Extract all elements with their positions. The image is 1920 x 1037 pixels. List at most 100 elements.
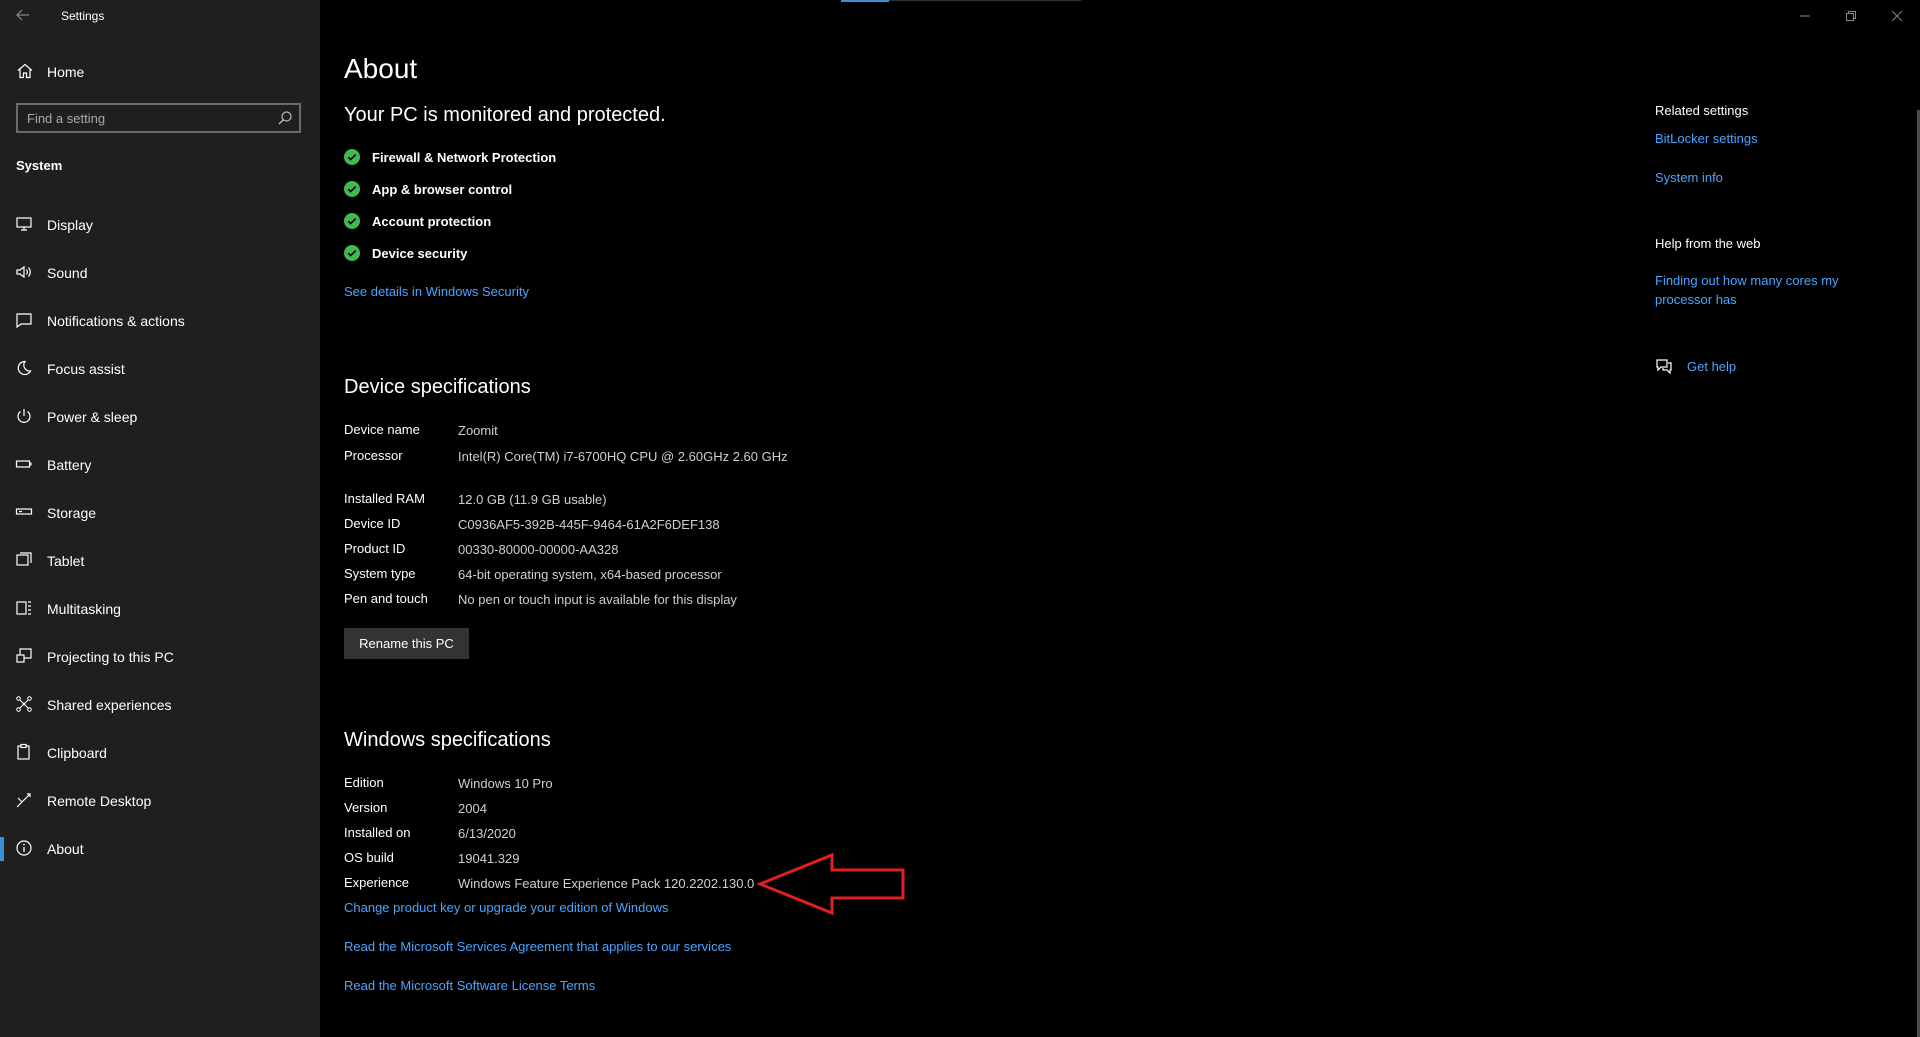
- shared-icon: [15, 695, 33, 713]
- sidebar-item-focus-assist[interactable]: Focus assist: [0, 349, 320, 397]
- system-info-link[interactable]: System info: [1655, 168, 1885, 187]
- rename-pc-button[interactable]: Rename this PC: [344, 628, 469, 659]
- sidebar-item-power-sleep[interactable]: Power & sleep: [0, 397, 320, 445]
- notification-icon: [15, 311, 33, 329]
- projecting-icon: [15, 647, 33, 665]
- sidebar-item-label: About: [47, 841, 84, 857]
- spec-key: Installed on: [344, 825, 411, 840]
- license-terms-link[interactable]: Read the Microsoft Software License Term…: [344, 978, 595, 993]
- check-icon: [344, 213, 360, 229]
- sidebar-item-label: Storage: [47, 505, 97, 521]
- back-button[interactable]: [16, 8, 46, 26]
- search-input[interactable]: [18, 109, 269, 127]
- sidebar-item-battery[interactable]: Battery: [0, 445, 320, 493]
- spec-key: Device ID: [344, 516, 401, 531]
- sidebar-item-label: Battery: [47, 457, 92, 473]
- windows-specs-heading: Windows specifications: [344, 729, 551, 751]
- annotation-arrow-icon: [757, 852, 905, 916]
- protection-item-label: Account protection: [372, 214, 492, 229]
- spec-value: 2004: [458, 801, 487, 816]
- spec-value: Intel(R) Core(TM) i7-6700HQ CPU @ 2.60GH…: [458, 449, 788, 464]
- restore-button[interactable]: [1828, 0, 1874, 32]
- clipboard-icon: [15, 743, 33, 761]
- sidebar-item-remote-desktop[interactable]: Remote Desktop: [0, 781, 320, 829]
- search-box[interactable]: [16, 103, 301, 133]
- storage-icon: [15, 503, 33, 521]
- windows-security-link[interactable]: See details in Windows Security: [344, 284, 529, 299]
- check-icon: [344, 149, 360, 165]
- sidebar-item-shared-experiences[interactable]: Shared experiences: [0, 685, 320, 733]
- spec-value: 12.0 GB (11.9 GB usable): [458, 492, 607, 507]
- protection-item-label: App & browser control: [372, 182, 513, 197]
- sidebar-item-label: Clipboard: [47, 745, 107, 761]
- sidebar-item-projecting[interactable]: Projecting to this PC: [0, 637, 320, 685]
- sidebar-item-label: Sound: [47, 265, 88, 281]
- minimize-button[interactable]: [1782, 0, 1828, 32]
- sidebar: Settings Home System Display Sound Notif…: [0, 0, 320, 1037]
- sidebar-item-clipboard[interactable]: Clipboard: [0, 733, 320, 781]
- protection-heading: Your PC is monitored and protected.: [344, 104, 666, 126]
- home-icon: [16, 62, 34, 80]
- speaker-icon: [15, 263, 33, 281]
- bitlocker-settings-link[interactable]: BitLocker settings: [1655, 129, 1885, 148]
- spec-key: Device name: [344, 422, 420, 437]
- multitasking-icon: [15, 599, 33, 617]
- check-icon: [344, 181, 360, 197]
- spec-key: Pen and touch: [344, 591, 428, 606]
- home-nav-item[interactable]: Home: [0, 60, 320, 84]
- sidebar-item-about[interactable]: About: [0, 829, 320, 877]
- protection-item-label: Firewall & Network Protection: [372, 150, 557, 165]
- sidebar-item-tablet[interactable]: Tablet: [0, 541, 320, 589]
- sidebar-item-label: Notifications & actions: [47, 313, 185, 329]
- battery-icon: [15, 455, 33, 473]
- sidebar-item-storage[interactable]: Storage: [0, 493, 320, 541]
- sidebar-nav: Display Sound Notifications & actions Fo…: [0, 205, 320, 877]
- change-product-key-link[interactable]: Change product key or upgrade your editi…: [344, 900, 668, 915]
- spec-key: Installed RAM: [344, 491, 425, 506]
- home-label: Home: [47, 64, 85, 80]
- get-help-label: Get help: [1687, 358, 1737, 374]
- sidebar-item-label: Projecting to this PC: [47, 649, 174, 665]
- main-content: About Your PC is monitored and protected…: [344, 0, 1594, 1037]
- sidebar-item-label: Multitasking: [47, 601, 121, 617]
- page-title: About: [344, 53, 418, 84]
- app-title: Settings: [61, 9, 105, 23]
- back-arrow-icon: [16, 9, 29, 21]
- monitor-icon: [15, 215, 33, 233]
- tablet-icon: [15, 551, 33, 569]
- get-help-button[interactable]: Get help: [1655, 356, 1736, 376]
- services-agreement-link[interactable]: Read the Microsoft Services Agreement th…: [344, 939, 731, 954]
- spec-key: Processor: [344, 448, 403, 463]
- spec-value: C0936AF5-392B-445F-9464-61A2F6DEF138: [458, 517, 720, 532]
- spec-key: OS build: [344, 850, 394, 865]
- info-icon: [15, 839, 33, 857]
- moon-icon: [15, 359, 33, 377]
- section-label: System: [16, 158, 63, 173]
- sidebar-item-multitasking[interactable]: Multitasking: [0, 589, 320, 637]
- power-icon: [15, 407, 33, 425]
- device-specs-heading: Device specifications: [344, 376, 531, 398]
- spec-value: 00330-80000-00000-AA328: [458, 542, 619, 557]
- window-controls: [1782, 0, 1920, 32]
- spec-key: Product ID: [344, 541, 406, 556]
- spec-value: Zoomit: [458, 423, 498, 438]
- close-button[interactable]: [1874, 0, 1920, 32]
- sidebar-item-label: Power & sleep: [47, 409, 138, 425]
- sidebar-item-label: Focus assist: [47, 361, 125, 377]
- minimize-icon: [1800, 15, 1810, 17]
- sidebar-item-label: Display: [47, 217, 93, 233]
- spec-key: Experience: [344, 875, 410, 890]
- sidebar-item-display[interactable]: Display: [0, 205, 320, 253]
- search-icon[interactable]: [277, 110, 293, 126]
- cores-help-link[interactable]: Finding out how many cores my processor …: [1655, 271, 1885, 309]
- remote-desktop-icon: [15, 791, 33, 809]
- spec-value: 19041.329: [458, 851, 520, 866]
- sidebar-item-label: Tablet: [47, 553, 85, 569]
- related-settings-heading: Related settings: [1655, 103, 1749, 118]
- spec-key: System type: [344, 566, 416, 581]
- sidebar-item-sound[interactable]: Sound: [0, 253, 320, 301]
- spec-value: 64-bit operating system, x64-based proce…: [458, 567, 722, 582]
- sidebar-item-label: Remote Desktop: [47, 793, 152, 809]
- sidebar-item-notifications[interactable]: Notifications & actions: [0, 301, 320, 349]
- help-heading: Help from the web: [1655, 236, 1761, 251]
